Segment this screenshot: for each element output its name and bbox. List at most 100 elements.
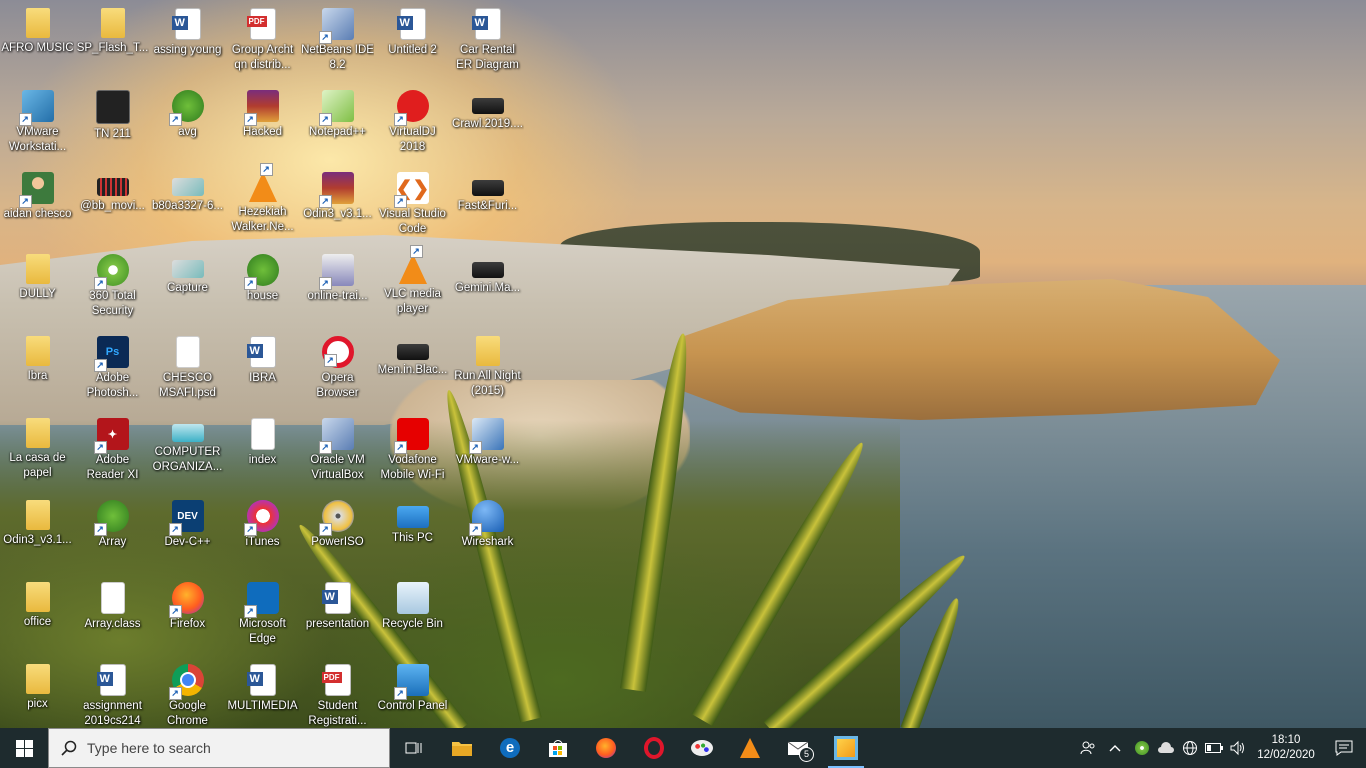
desktop-icon[interactable]: PowerISO [300,494,375,576]
cloud-sync-icon[interactable] [1154,728,1178,768]
photoshop-icon: Ps [93,336,129,372]
desktop-icon[interactable]: VMware-w... [450,412,525,494]
chrome-icon [168,664,204,700]
desktop-icon[interactable]: Odin3_v3.1... [300,166,375,248]
desktop-icon[interactable]: Hezekiah Walker.Ne... [225,163,300,248]
desktop-icon[interactable]: Microsoft Edge [225,576,300,658]
desktop-icon[interactable]: CHESCO MSAFI.psd [150,330,225,412]
taskbar-opera-button[interactable] [630,728,678,768]
desktop-icon[interactable]: b80a3327-6... [150,166,225,248]
taskbar-vlc-button[interactable] [726,728,774,768]
desktop-icon[interactable]: NetBeans IDE 8.2 [300,2,375,84]
desktop-icon[interactable]: index [225,412,300,494]
desktop-icon[interactable]: AFRO MUSIC [0,2,75,84]
desktop-icon[interactable]: ❮❯Visual Studio Code [375,166,450,248]
people-icon[interactable] [1076,728,1100,768]
desktop-icon-label: Group Archt qn distrib... [231,44,294,71]
desktop-icon-label: Odin3_v3.1... [303,208,372,220]
desktop-icon[interactable]: VMware Workstati... [0,84,75,166]
desktop-icon[interactable]: This PC [375,494,450,576]
desktop-icon[interactable]: Car Rental ER Diagram [450,2,525,84]
show-hidden-icons-chevron-icon[interactable] [1100,728,1130,768]
desktop-icon[interactable]: Oracle VM VirtualBox [300,412,375,494]
desktop-icon[interactable]: Vodafone Mobile Wi-Fi [375,412,450,494]
taskbar-file-explorer-button[interactable] [438,728,486,768]
desktop-icon[interactable]: COMPUTER ORGANIZA... [150,412,225,494]
taskbar-search-box[interactable]: Type here to search [48,728,390,768]
desktop-icon[interactable]: Wireshark [450,494,525,576]
desktop-icon[interactable]: VLC media player [375,245,450,330]
desktop-icon-label: NetBeans IDE 8.2 [301,44,374,71]
desktop-icon[interactable]: DEVDev-C++ [150,494,225,576]
desktop-icon[interactable]: assing young [150,2,225,84]
desktop-icon[interactable]: Crawl.2019.... [450,84,525,166]
desktop-icon[interactable]: Men.in.Blac... [375,330,450,412]
taskbar-vmware-workstation-button[interactable] [822,728,870,768]
taskbar-mail-button[interactable]: 5 [774,728,822,768]
volume-icon[interactable] [1226,728,1250,768]
taskbar-firefox-button[interactable] [582,728,630,768]
desktop-icon[interactable]: Hacked [225,84,300,166]
desktop-icon[interactable]: aidan chesco [0,166,75,248]
taskbar-edge-button[interactable]: e [486,728,534,768]
desktop-icon[interactable]: ✦Adobe Reader XI [75,412,150,494]
desktop-icon-label: TN 211 [94,128,131,140]
desktop-icon[interactable]: Recycle Bin [375,576,450,658]
image-file-icon [171,178,204,196]
desktop-icon[interactable]: office [0,576,75,658]
desktop-icon[interactable]: iTunes [225,494,300,576]
desktop-icon[interactable]: Capture [150,248,225,330]
desktop-icon[interactable]: @bb_movi... [75,166,150,248]
desktop-icon[interactable]: Opera Browser [300,330,375,412]
desktop-icon[interactable]: Array.class [75,576,150,658]
desktop-icon[interactable]: IBRA [225,330,300,412]
desktop-icon[interactable]: Notepad++ [300,84,375,166]
desktop-icon[interactable]: Firefox [150,576,225,658]
desktop-icon[interactable]: Run All Night (2015) [450,330,525,412]
desktop-icon[interactable]: PsAdobe Photosh... [75,330,150,412]
vmware-workstation-icon [834,736,858,760]
desktop-background: AFRO MUSICSP_Flash_T... assing young Group… [0,0,1366,728]
desktop-icon[interactable]: Array [75,494,150,576]
desktop-icon[interactable]: Control Panel [375,658,450,728]
video-thumbnail-icon [471,262,504,278]
desktop-icon[interactable]: Ibra [0,330,75,412]
desktop-icon[interactable]: online-trai... [300,248,375,330]
desktop-icon[interactable]: avg [150,84,225,166]
network-globe-icon[interactable] [1178,728,1202,768]
desktop-icon[interactable]: VirtualDJ 2018 [375,84,450,166]
desktop-icon-label: VMware Workstati... [8,126,67,153]
taskbar-clock[interactable]: 18:10 12/02/2020 [1250,733,1322,763]
desktop-icon-label: Array.class [84,618,141,630]
taskbar-store-button[interactable] [534,728,582,768]
start-button[interactable] [0,728,48,768]
action-center-icon[interactable] [1322,728,1366,768]
desktop-icon[interactable]: Odin3_v3.1... [0,494,75,576]
desktop-icon[interactable]: 360 Total Security [75,248,150,330]
desktop-icon[interactable]: picx [0,658,75,728]
vlc-icon [740,738,760,758]
desktop-icon[interactable]: assignment 2019cs214 [75,658,150,728]
desktop-icon[interactable]: presentation [300,576,375,658]
desktop-icon[interactable]: Fast&Furi... [450,166,525,248]
desktop-icon[interactable]: DULLY [0,248,75,330]
desktop-icon[interactable]: Google Chrome [150,658,225,728]
taskbar-paint-button[interactable] [678,728,726,768]
taskbar-task-view-button[interactable] [390,728,438,768]
desktop-icon-label: Dev-C++ [164,536,211,548]
desktop-icon[interactable]: MULTIMEDIA [225,658,300,728]
desktop-icon[interactable]: Gemini.Ma... [450,248,525,330]
mail-unread-badge: 5 [799,747,814,762]
desktop-icon[interactable]: Untitled 2 [375,2,450,84]
desktop-icon[interactable]: TN 211 [75,84,150,166]
desktop-icon[interactable]: SP_Flash_T... [75,2,150,84]
desktop-icon-label: VMware-w... [455,454,520,466]
desktop-icon[interactable]: house [225,248,300,330]
recycle-bin-icon [396,582,429,614]
desktop-icon[interactable]: Group Archt qn distrib... [225,2,300,84]
desktop-icon[interactable]: Student Registrati... [300,658,375,728]
battery-icon[interactable] [1202,728,1226,768]
desktop-icon[interactable]: La casa de papel [0,412,75,494]
desktop-icon-label: VLC media player [384,288,441,315]
360-security-tray-icon[interactable] [1130,728,1154,768]
